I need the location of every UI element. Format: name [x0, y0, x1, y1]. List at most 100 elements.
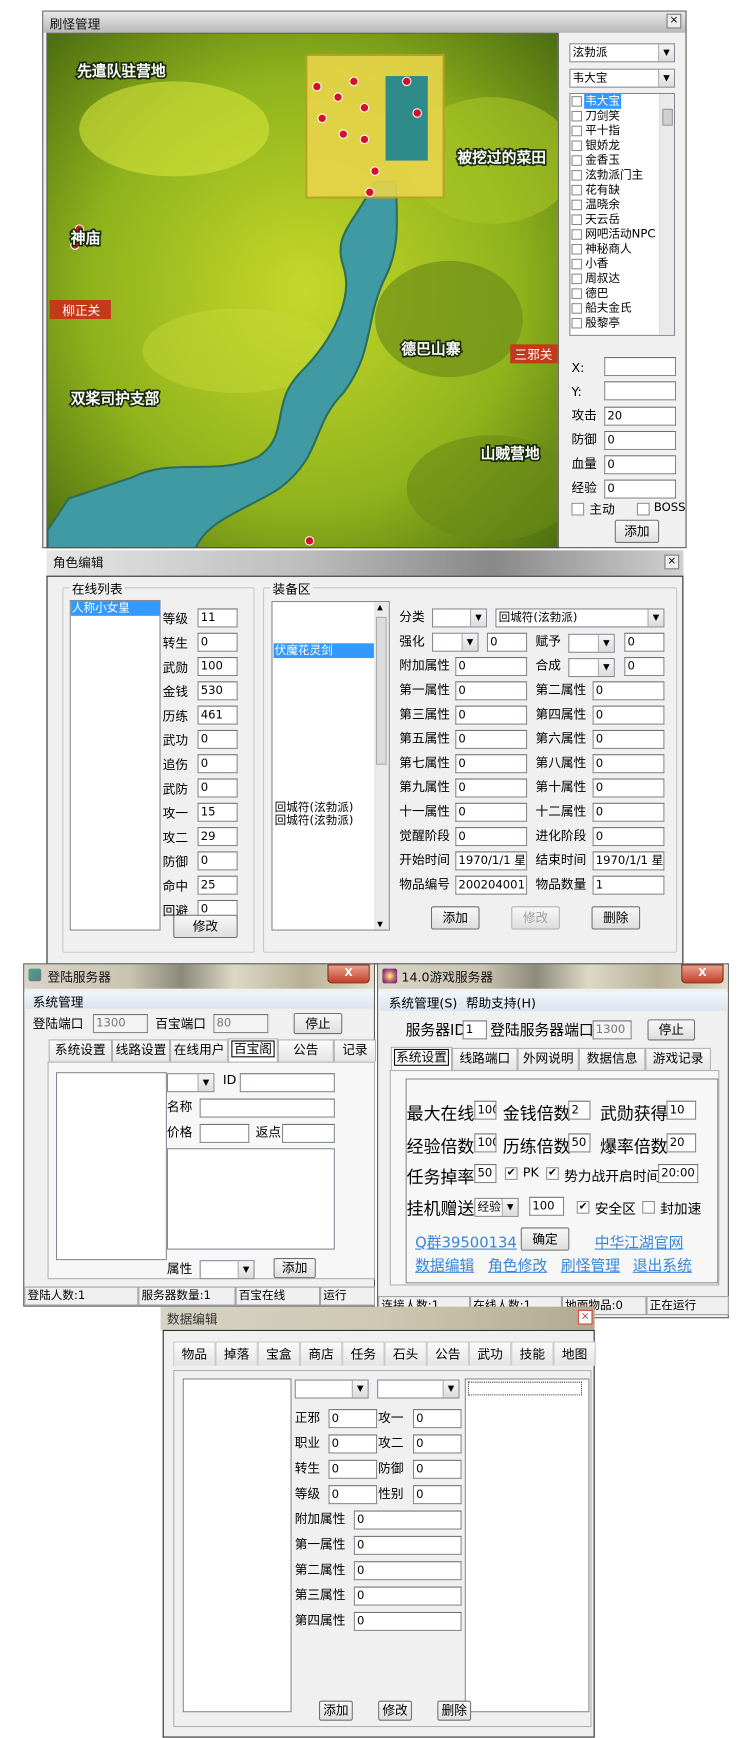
list-item[interactable]: 网吧活动NPC: [570, 227, 659, 242]
tab-5[interactable]: 石头: [384, 1341, 427, 1366]
login-port-input[interactable]: 1300: [92, 1014, 148, 1034]
checkbox[interactable]: [571, 258, 583, 270]
list-item[interactable]: 银娇龙: [570, 138, 659, 153]
field-input[interactable]: 0: [328, 1459, 378, 1479]
rebate-input[interactable]: [282, 1123, 335, 1143]
stat-input[interactable]: 15: [197, 802, 238, 822]
checkbox[interactable]: [571, 317, 583, 329]
field-input[interactable]: 0: [328, 1434, 378, 1454]
modify-player-button[interactable]: 修改: [173, 914, 238, 938]
server-id-input[interactable]: 1: [462, 1020, 487, 1040]
modify-item-button[interactable]: 修改: [511, 906, 560, 930]
field-input[interactable]: 0: [328, 1409, 378, 1429]
stat-input[interactable]: 29: [197, 827, 238, 847]
close-icon[interactable]: X: [681, 964, 724, 984]
stop-button[interactable]: 停止: [293, 1012, 343, 1035]
add-button[interactable]: 添加: [273, 1258, 316, 1279]
item-list[interactable]: [55, 1072, 167, 1261]
x-input[interactable]: [604, 357, 677, 377]
record-list[interactable]: [182, 1378, 292, 1713]
tab-9[interactable]: 地图: [553, 1341, 596, 1366]
faction-select[interactable]: 泫勃派 ▼: [569, 43, 675, 63]
active-checkbox[interactable]: [571, 502, 585, 516]
attr-input[interactable]: 1: [592, 875, 665, 895]
add-monster-button[interactable]: 添加: [614, 519, 660, 543]
field-input[interactable]: 0: [413, 1434, 462, 1454]
tab-2[interactable]: 在线用户: [170, 1039, 229, 1062]
tab-3[interactable]: 百宝阁: [228, 1038, 278, 1063]
boss-checkbox[interactable]: [636, 502, 650, 516]
pk-checkbox[interactable]: ✔: [504, 1167, 518, 1180]
idle-amount-input[interactable]: 100: [529, 1196, 565, 1216]
list-item[interactable]: 德巴: [570, 286, 659, 301]
attr-input[interactable]: 0: [455, 827, 528, 847]
tab-1[interactable]: 掉落: [215, 1341, 258, 1366]
close-icon[interactable]: ×: [666, 13, 682, 29]
tab-1[interactable]: 线路端口: [452, 1047, 518, 1071]
attr-input[interactable]: 0: [455, 705, 528, 725]
setting-input[interactable]: 50: [568, 1133, 591, 1153]
attr-input[interactable]: 0: [353, 1561, 462, 1581]
list-item[interactable]: 小香: [570, 257, 659, 272]
tab-7[interactable]: 武功: [468, 1341, 512, 1366]
checkbox[interactable]: [571, 170, 583, 181]
anti-speed-checkbox[interactable]: [642, 1201, 655, 1214]
stat-input[interactable]: 0: [197, 632, 238, 652]
menu-help[interactable]: 帮助支持(H): [466, 994, 536, 1012]
enhance-input[interactable]: 0: [486, 632, 528, 652]
login-port-input[interactable]: 1300: [592, 1020, 632, 1040]
category-select[interactable]: ▼: [432, 608, 487, 628]
field-input[interactable]: 0: [604, 430, 677, 450]
filter-select-1[interactable]: ▼: [294, 1379, 369, 1399]
npc-list[interactable]: 韦大宝 刀剑笑 平十指 银娇龙 金香玉 泫勃派门主 花有缺 温晓余 天云岳 网吧活动NPC 神秘商人…: [569, 92, 675, 336]
tab-4[interactable]: 游戏记录: [645, 1047, 711, 1071]
attr-input[interactable]: 0: [592, 754, 665, 774]
description-textarea[interactable]: [166, 1148, 335, 1250]
setting-input[interactable]: 100: [474, 1100, 497, 1120]
stat-input[interactable]: 0: [197, 851, 238, 871]
online-player-list[interactable]: 人称小女皇: [69, 599, 161, 931]
menu-system[interactable]: 系统管理: [33, 993, 84, 1011]
checkbox[interactable]: [571, 110, 583, 122]
tab-3[interactable]: 数据信息: [578, 1047, 646, 1071]
npc-select[interactable]: 韦大宝 ▼: [569, 68, 675, 88]
stat-input[interactable]: 0: [197, 778, 238, 798]
checkbox[interactable]: [571, 214, 583, 225]
attr-input[interactable]: 0: [353, 1535, 462, 1555]
checkbox[interactable]: [571, 125, 583, 137]
filter-select-2[interactable]: ▼: [377, 1379, 460, 1399]
attr-input[interactable]: 0: [455, 681, 528, 701]
tab-6[interactable]: 公告: [426, 1341, 469, 1366]
attr-input[interactable]: 0: [455, 754, 528, 774]
attr-input[interactable]: 0: [353, 1611, 462, 1631]
modify-button[interactable]: 修改: [378, 1700, 412, 1721]
list-item[interactable]: 天云岳: [570, 212, 659, 227]
field-input[interactable]: 20: [604, 406, 677, 426]
list-item[interactable]: 人称小女皇: [70, 601, 160, 616]
list-item[interactable]: 神秘商人: [570, 242, 659, 257]
list-item[interactable]: 温晓余: [570, 198, 659, 213]
y-input[interactable]: [604, 381, 677, 401]
checkbox[interactable]: [571, 155, 583, 166]
field-input[interactable]: 0: [413, 1485, 462, 1505]
tab-4[interactable]: 公告: [277, 1039, 334, 1062]
menu-system[interactable]: 系统管理(S): [389, 994, 458, 1012]
checkbox[interactable]: [571, 273, 583, 285]
stat-input[interactable]: 25: [197, 875, 238, 895]
tab-4[interactable]: 任务: [342, 1341, 385, 1366]
setting-input[interactable]: 100: [474, 1133, 497, 1153]
map-gate[interactable]: 三邪关: [514, 347, 552, 362]
grant-input[interactable]: 0: [624, 632, 665, 652]
list-item[interactable]: 周叔达: [570, 271, 659, 286]
nav-link-2[interactable]: 刷怪管理: [561, 1255, 620, 1276]
faction-war-time-input[interactable]: 20:00: [658, 1164, 699, 1184]
safe-zone-checkbox[interactable]: ✔: [576, 1201, 590, 1214]
list-item[interactable]: 金香玉: [570, 153, 659, 168]
tab-5[interactable]: 记录: [333, 1039, 377, 1062]
stat-input[interactable]: 530: [197, 681, 238, 701]
attr-input[interactable]: 1970/1/1 星期: [592, 851, 665, 871]
attr-input[interactable]: 1970/1/1 星期: [455, 851, 528, 871]
equipment-list[interactable]: 伏魔花灵剑 回城符(泫勃派) 回城符(泫勃派) ▲ ▼: [271, 601, 390, 931]
setting-input[interactable]: 10: [666, 1100, 697, 1120]
nav-link-0[interactable]: 数据编辑: [415, 1255, 474, 1276]
